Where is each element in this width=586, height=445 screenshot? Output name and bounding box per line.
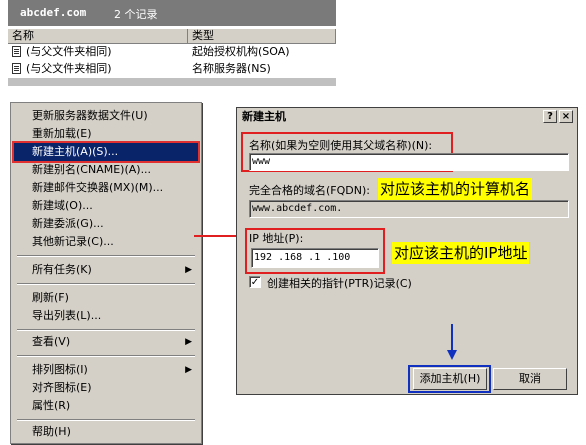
annotation-ip-note: 对应该主机的IP地址 <box>392 242 530 264</box>
menu-item-properties[interactable]: 属性(R) <box>14 397 198 415</box>
annotation-hostname-note: 对应该主机的计算机名 <box>378 178 533 200</box>
record-type: 起始授权机构(SOA) <box>192 45 290 58</box>
fqdn-field: www.abcdef.com. <box>249 200 569 218</box>
help-button[interactable]: ? <box>543 110 557 123</box>
menu-item-label: 排列图标(I) <box>32 363 88 376</box>
zone-title-bar: abcdef.com 2 个记录 <box>8 0 336 26</box>
menu-item-arrange-icons[interactable]: 排列图标(I) ▶ <box>14 361 198 379</box>
record-name: (与父文件夹相同) <box>26 45 112 58</box>
submenu-arrow-icon: ▶ <box>185 337 192 347</box>
menu-item-new-mail-exchanger[interactable]: 新建邮件交换器(MX)(M)... <box>14 179 198 197</box>
list-item[interactable]: (与父文件夹相同) 起始授权机构(SOA) <box>8 44 336 60</box>
record-name: (与父文件夹相同) <box>26 62 112 75</box>
dialog-title: 新建主机 <box>238 109 576 125</box>
record-type: 名称服务器(NS) <box>192 62 271 75</box>
menu-item-label: 查看(V) <box>32 335 71 348</box>
menu-separator <box>17 419 195 421</box>
name-label: 名称(如果为空则使用其父域名称)(N): <box>249 139 433 152</box>
list-header: 名称 类型 <box>8 28 336 44</box>
menu-item-reload[interactable]: 重新加载(E) <box>14 125 198 143</box>
ptr-checkbox[interactable]: ✓ <box>249 276 261 288</box>
menu-item-line-up-icons[interactable]: 对齐图标(E) <box>14 379 198 397</box>
menu-separator <box>17 255 195 257</box>
dns-zone-list-panel: abcdef.com 2 个记录 名称 类型 (与父文件夹相同) 起始授权机构(… <box>8 0 336 86</box>
menu-item-refresh[interactable]: 刷新(F) <box>14 289 198 307</box>
menu-item-other-new-records[interactable]: 其他新记录(C)... <box>14 233 198 251</box>
menu-item-update-server-data[interactable]: 更新服务器数据文件(U) <box>14 107 198 125</box>
menu-item-export-list[interactable]: 导出列表(L)... <box>14 307 198 325</box>
record-count: 2 个记录 <box>114 8 158 21</box>
menu-item-view[interactable]: 查看(V) ▶ <box>14 333 198 351</box>
ip-address-field[interactable]: 192 .168 .1 .100 <box>251 248 379 268</box>
host-name-field[interactable]: www <box>249 153 569 171</box>
menu-item-label: 所有任务(K) <box>32 263 92 276</box>
column-header-type[interactable]: 类型 <box>188 29 336 43</box>
close-button[interactable]: × <box>559 110 573 123</box>
list-bottom-edge <box>8 78 336 86</box>
menu-item-new-alias[interactable]: 新建别名(CNAME)(A)... <box>14 161 198 179</box>
cancel-button[interactable]: 取消 <box>493 368 567 390</box>
menu-item-help[interactable]: 帮助(H) <box>14 423 198 441</box>
highlight-add-host-frame <box>408 365 491 393</box>
menu-item-new-delegation[interactable]: 新建委派(G)... <box>14 215 198 233</box>
record-icon <box>12 46 21 57</box>
record-icon <box>12 63 21 74</box>
menu-item-new-domain[interactable]: 新建域(O)... <box>14 197 198 215</box>
column-header-name[interactable]: 名称 <box>8 29 188 43</box>
menu-separator <box>17 355 195 357</box>
submenu-arrow-icon: ▶ <box>185 365 192 375</box>
menu-item-new-host[interactable]: 新建主机(A)(S)... <box>12 141 200 163</box>
down-arrow-icon <box>447 324 457 360</box>
menu-item-all-tasks[interactable]: 所有任务(K) ▶ <box>14 261 198 279</box>
menu-separator <box>17 329 195 331</box>
menu-separator <box>17 283 195 285</box>
ptr-label: 创建相关的指针(PTR)记录(C) <box>267 277 412 290</box>
context-menu: 更新服务器数据文件(U) 重新加载(E) 新建主机(A)(S)... 新建别名(… <box>10 102 202 444</box>
submenu-arrow-icon: ▶ <box>185 265 192 275</box>
zone-domain-name: abcdef.com <box>20 6 87 19</box>
list-item[interactable]: (与父文件夹相同) 名称服务器(NS) <box>8 61 336 77</box>
ip-label: IP 地址(P): <box>249 232 304 245</box>
fqdn-label: 完全合格的域名(FQDN): <box>249 184 370 197</box>
